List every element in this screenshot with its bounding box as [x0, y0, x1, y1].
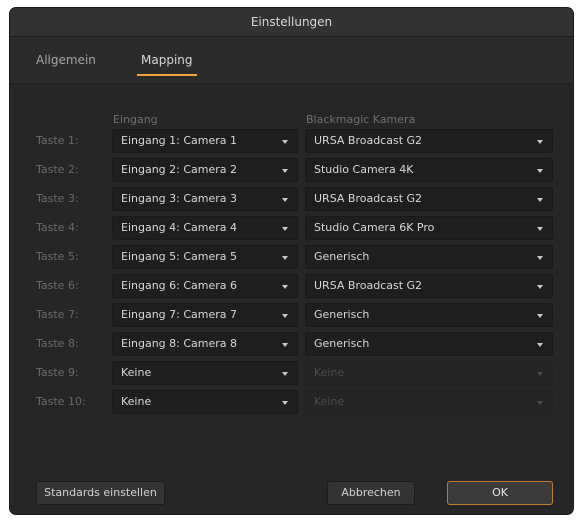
chevron-down-icon [537, 401, 543, 405]
input-select[interactable]: Eingang 1: Camera 1 [112, 129, 298, 153]
set-defaults-button[interactable]: Standards einstellen [36, 481, 165, 505]
camera-select-value: Generisch [314, 337, 370, 350]
row-label: Taste 6: [36, 279, 79, 292]
chevron-down-icon [537, 227, 543, 231]
chevron-down-icon [537, 256, 543, 260]
chevron-down-icon [282, 256, 288, 260]
dialog-title: Einstellungen [10, 8, 573, 37]
chevron-down-icon [537, 285, 543, 289]
input-select[interactable]: Eingang 2: Camera 2 [112, 158, 298, 182]
camera-select-value: URSA Broadcast G2 [314, 279, 423, 292]
tab-allgemein[interactable]: Allgemein [36, 37, 96, 83]
input-select-value: Eingang 6: Camera 6 [121, 279, 238, 292]
row-label: Taste 4: [36, 221, 79, 234]
chevron-down-icon [282, 343, 288, 347]
row-label: Taste 7: [36, 308, 79, 321]
row-label: Taste 2: [36, 163, 79, 176]
chevron-down-icon [282, 169, 288, 173]
chevron-down-icon [282, 227, 288, 231]
tab-mapping[interactable]: Mapping [137, 37, 196, 83]
input-select[interactable]: Eingang 3: Camera 3 [112, 187, 298, 211]
input-select-value: Eingang 1: Camera 1 [121, 134, 238, 147]
input-select[interactable]: Keine [112, 361, 298, 385]
input-select[interactable]: Eingang 5: Camera 5 [112, 245, 298, 269]
camera-select[interactable]: Studio Camera 4K [305, 158, 553, 182]
tab-bar: Allgemein Mapping [10, 37, 573, 84]
cancel-button[interactable]: Abbrechen [327, 481, 415, 505]
row-label: Taste 3: [36, 192, 79, 205]
input-select-value: Eingang 7: Camera 7 [121, 308, 238, 321]
chevron-down-icon [282, 401, 288, 405]
camera-select[interactable]: URSA Broadcast G2 [305, 129, 553, 153]
camera-select-value: Generisch [314, 250, 370, 263]
camera-select-value: URSA Broadcast G2 [314, 192, 423, 205]
chevron-down-icon [282, 140, 288, 144]
camera-select: Keine [305, 361, 553, 385]
input-select[interactable]: Eingang 7: Camera 7 [112, 303, 298, 327]
camera-select[interactable]: URSA Broadcast G2 [305, 187, 553, 211]
camera-select[interactable]: URSA Broadcast G2 [305, 274, 553, 298]
camera-select: Keine [305, 390, 553, 414]
input-select[interactable]: Eingang 6: Camera 6 [112, 274, 298, 298]
chevron-down-icon [537, 140, 543, 144]
input-select[interactable]: Keine [112, 390, 298, 414]
camera-select-value: Studio Camera 6K Pro [314, 221, 435, 234]
chevron-down-icon [537, 314, 543, 318]
chevron-down-icon [537, 372, 543, 376]
input-select-value: Eingang 8: Camera 8 [121, 337, 238, 350]
column-header-camera: Blackmagic Kamera [306, 113, 416, 126]
chevron-down-icon [282, 198, 288, 202]
input-select-value: Eingang 4: Camera 4 [121, 221, 238, 234]
input-select-value: Eingang 3: Camera 3 [121, 192, 238, 205]
camera-select[interactable]: Generisch [305, 245, 553, 269]
camera-select-value: Studio Camera 4K [314, 163, 414, 176]
row-label: Taste 5: [36, 250, 79, 263]
ok-button[interactable]: OK [447, 481, 553, 505]
chevron-down-icon [537, 169, 543, 173]
camera-select-value: URSA Broadcast G2 [314, 134, 423, 147]
settings-dialog: Einstellungen Allgemein Mapping Eingang … [10, 8, 573, 514]
input-select-value: Eingang 5: Camera 5 [121, 250, 238, 263]
input-select[interactable]: Eingang 4: Camera 4 [112, 216, 298, 240]
camera-select-value: Generisch [314, 308, 370, 321]
camera-select[interactable]: Studio Camera 6K Pro [305, 216, 553, 240]
column-header-input: Eingang [113, 113, 158, 126]
chevron-down-icon [282, 314, 288, 318]
chevron-down-icon [537, 343, 543, 347]
input-select[interactable]: Eingang 8: Camera 8 [112, 332, 298, 356]
row-label: Taste 8: [36, 337, 79, 350]
row-label: Taste 9: [36, 366, 79, 379]
row-label: Taste 1: [36, 134, 79, 147]
row-label: Taste 10: [36, 395, 86, 408]
camera-select-value: Keine [314, 366, 345, 379]
input-select-value: Keine [121, 366, 152, 379]
camera-select[interactable]: Generisch [305, 303, 553, 327]
chevron-down-icon [282, 285, 288, 289]
input-select-value: Keine [121, 395, 152, 408]
camera-select-value: Keine [314, 395, 345, 408]
camera-select[interactable]: Generisch [305, 332, 553, 356]
chevron-down-icon [282, 372, 288, 376]
mapping-panel: Eingang Blackmagic Kamera Taste 1: Eingan… [10, 84, 573, 514]
input-select-value: Eingang 2: Camera 2 [121, 163, 238, 176]
chevron-down-icon [537, 198, 543, 202]
